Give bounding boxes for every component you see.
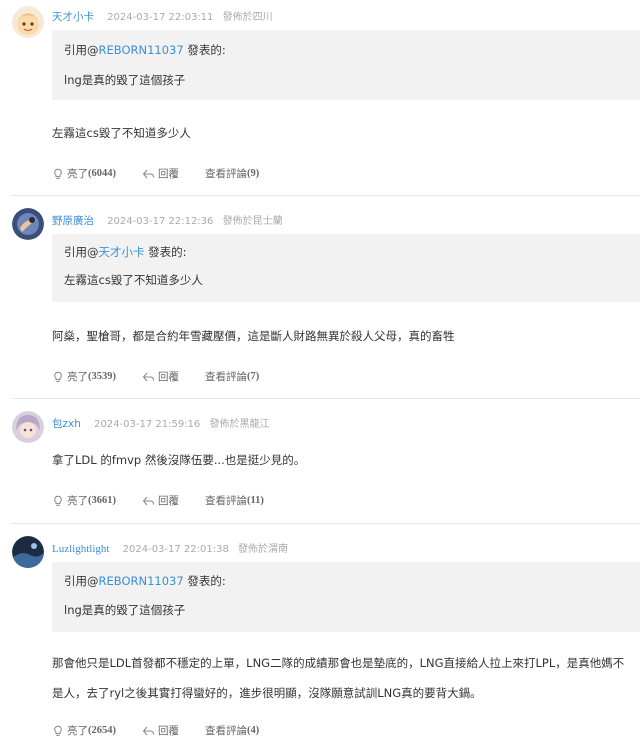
quote-text: 左霧這cs毀了不知道多少人 bbox=[64, 273, 203, 287]
like-button[interactable]: 亮了 (3539) bbox=[52, 369, 116, 384]
reply-arrow-icon bbox=[142, 372, 154, 381]
comment-content: 拿了LDL 的fmvp 然後沒隊伍要...也是挺少見的。 bbox=[52, 453, 306, 467]
quote-block: 引用@REBORN11037 發表的: lng是真的毀了這個孩子 bbox=[52, 562, 640, 632]
quote-username-link[interactable]: REBORN11037 bbox=[99, 574, 184, 588]
view-count: (7) bbox=[247, 371, 260, 382]
avatar-photo-icon bbox=[12, 208, 44, 240]
reply-label: 回覆 bbox=[158, 168, 179, 180]
avatar-cartoon-icon bbox=[12, 6, 44, 38]
like-button[interactable]: 亮了 (3661) bbox=[52, 493, 116, 508]
comment-meta: 野原廣治 2024-03-17 22:12:36 發佈於昆士蘭 bbox=[52, 212, 283, 228]
avatar[interactable] bbox=[12, 536, 44, 568]
quote-text: lng是真的毀了這個孩子 bbox=[64, 603, 186, 617]
avatar-anime-icon bbox=[12, 411, 44, 443]
like-label: 亮了 bbox=[67, 371, 88, 383]
comment-content: 左霧這cs毀了不知道多少人 bbox=[52, 126, 191, 140]
comment-content: 阿燊，聖槍哥，都是合約年雪藏壓價，這是斷人財路無異於殺人父母，真的畜牲 bbox=[52, 329, 455, 343]
like-count: (3661) bbox=[88, 495, 116, 506]
comment-time: 2024-03-17 22:03:11 bbox=[107, 12, 214, 23]
view-count: (9) bbox=[247, 168, 260, 179]
like-label: 亮了 bbox=[67, 725, 88, 737]
avatar[interactable] bbox=[12, 208, 44, 240]
comment-actions: 亮了 (3661) 回覆 查看評論 (11) bbox=[52, 493, 290, 508]
reply-label: 回覆 bbox=[158, 371, 179, 383]
quote-prefix: 引用@ bbox=[64, 43, 99, 57]
reply-arrow-icon bbox=[142, 496, 154, 505]
username-link[interactable]: 包zxh bbox=[52, 418, 81, 430]
quote-text: lng是真的毀了這個孩子 bbox=[64, 73, 186, 87]
lightbulb-icon bbox=[54, 725, 62, 736]
comment-1: 天才小卡 2024-03-17 22:03:11 發佈於四川 引用@REBORN… bbox=[0, 0, 640, 196]
comment-location: 發佈於渭南 bbox=[238, 544, 289, 555]
avatar-landscape-icon bbox=[12, 536, 44, 568]
avatar[interactable] bbox=[12, 411, 44, 443]
view-comments-button[interactable]: 查看評論 (4) bbox=[205, 723, 259, 738]
quote-prefix: 引用@ bbox=[64, 245, 99, 259]
comment-time: 2024-03-17 22:01:38 bbox=[122, 544, 229, 555]
lightbulb-icon bbox=[54, 168, 62, 179]
reply-label: 回覆 bbox=[158, 495, 179, 507]
comment-content: 那會他只是LDL首發都不穩定的上單，LNG二隊的成績那會也是墊底的，LNG直接給… bbox=[52, 656, 625, 700]
comment-meta: 包zxh 2024-03-17 21:59:16 發佈於黑龍江 bbox=[52, 415, 269, 431]
reply-button[interactable]: 回覆 bbox=[142, 369, 179, 384]
view-count: (4) bbox=[247, 725, 260, 736]
comment-location: 發佈於四川 bbox=[222, 12, 273, 23]
reply-arrow-icon bbox=[142, 169, 154, 178]
quote-prefix: 引用@ bbox=[64, 574, 99, 588]
like-count: (3539) bbox=[88, 371, 116, 382]
reply-arrow-icon bbox=[142, 726, 154, 735]
comment-actions: 亮了 (6044) 回覆 查看評論 (9) bbox=[52, 166, 285, 181]
lightbulb-icon bbox=[54, 371, 62, 382]
view-comments-button[interactable]: 查看評論 (7) bbox=[205, 369, 259, 384]
comment-location: 發佈於昆士蘭 bbox=[222, 216, 283, 227]
comment-meta: 天才小卡 2024-03-17 22:03:11 發佈於四川 bbox=[52, 8, 273, 24]
reply-label: 回覆 bbox=[158, 725, 179, 737]
view-count: (11) bbox=[247, 495, 264, 506]
quote-suffix: 發表的: bbox=[183, 574, 226, 588]
quote-suffix: 發表的: bbox=[144, 245, 187, 259]
view-label: 查看評論 bbox=[205, 168, 247, 180]
reply-button[interactable]: 回覆 bbox=[142, 166, 179, 181]
quote-username-link[interactable]: REBORN11037 bbox=[99, 43, 184, 57]
username-link[interactable]: 天才小卡 bbox=[52, 11, 94, 23]
comment-3: 包zxh 2024-03-17 21:59:16 發佈於黑龍江 拿了LDL 的f… bbox=[0, 399, 640, 524]
avatar[interactable] bbox=[12, 6, 44, 38]
view-comments-button[interactable]: 查看評論 (11) bbox=[205, 493, 264, 508]
like-count: (6044) bbox=[88, 168, 116, 179]
comment-actions: 亮了 (2654) 回覆 查看評論 (4) bbox=[52, 723, 285, 738]
quote-suffix: 發表的: bbox=[183, 43, 226, 57]
comment-time: 2024-03-17 21:59:16 bbox=[94, 419, 201, 430]
like-button[interactable]: 亮了 (6044) bbox=[52, 166, 116, 181]
like-button[interactable]: 亮了 (2654) bbox=[52, 723, 116, 738]
comment-time: 2024-03-17 22:12:36 bbox=[107, 216, 214, 227]
quote-block: 引用@REBORN11037 發表的: lng是真的毀了這個孩子 bbox=[52, 30, 640, 100]
username-link[interactable]: 野原廣治 bbox=[52, 215, 94, 227]
comment-2: 野原廣治 2024-03-17 22:12:36 發佈於昆士蘭 引用@天才小卡 … bbox=[0, 196, 640, 399]
quote-header: 引用@REBORN11037 發表的: bbox=[64, 573, 226, 589]
username-link[interactable]: Luzlightlight bbox=[52, 543, 109, 555]
quote-username-link[interactable]: 天才小卡 bbox=[99, 245, 145, 259]
view-label: 查看評論 bbox=[205, 371, 247, 383]
quote-header: 引用@天才小卡 發表的: bbox=[64, 244, 187, 260]
view-label: 查看評論 bbox=[205, 495, 247, 507]
quote-block: 引用@天才小卡 發表的: 左霧這cs毀了不知道多少人 bbox=[52, 234, 640, 302]
view-comments-button[interactable]: 查看評論 (9) bbox=[205, 166, 259, 181]
view-label: 查看評論 bbox=[205, 725, 247, 737]
like-label: 亮了 bbox=[67, 168, 88, 180]
reply-button[interactable]: 回覆 bbox=[142, 493, 179, 508]
like-label: 亮了 bbox=[67, 495, 88, 507]
comment-actions: 亮了 (3539) 回覆 查看評論 (7) bbox=[52, 369, 285, 384]
comment-location: 發佈於黑龍江 bbox=[209, 419, 270, 430]
comment-4: Luzlightlight 2024-03-17 22:01:38 發佈於渭南 … bbox=[0, 524, 640, 739]
reply-button[interactable]: 回覆 bbox=[142, 723, 179, 738]
comment-meta: Luzlightlight 2024-03-17 22:01:38 發佈於渭南 bbox=[52, 540, 288, 555]
quote-header: 引用@REBORN11037 發表的: bbox=[64, 42, 226, 58]
lightbulb-icon bbox=[54, 495, 62, 506]
like-count: (2654) bbox=[88, 725, 116, 736]
